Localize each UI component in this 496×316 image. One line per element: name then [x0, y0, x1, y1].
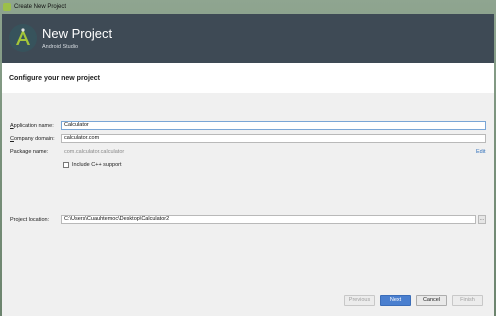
header-subtitle: Android Studio — [42, 44, 79, 50]
android-studio-app-icon — [3, 3, 11, 11]
header-title: New Project — [42, 26, 113, 41]
package-name-label: Package name: — [10, 149, 49, 155]
project-location-label: Project location: — [10, 217, 50, 223]
finish-button[interactable]: Finish — [452, 295, 483, 306]
section-title: Configure your new project — [9, 75, 101, 82]
project-location-input[interactable]: C:\Users\Cuauhtemoc\Desktop\Calculator2 — [61, 215, 476, 224]
next-button[interactable]: Next — [380, 295, 411, 306]
company-domain-label: Company domain: — [10, 136, 55, 142]
company-domain-input[interactable]: calculator.com — [61, 134, 486, 143]
browse-location-button[interactable]: ... — [478, 215, 486, 224]
project-form: Application name: Calculator Company dom… — [2, 93, 494, 316]
wizard-header: New Project Android Studio — [2, 14, 494, 63]
title-bar: Create New Project — [0, 0, 496, 14]
previous-button[interactable]: Previous — [344, 295, 375, 306]
include-cpp-option[interactable]: Include C++ support — [63, 162, 122, 168]
edit-package-link[interactable]: Edit — [476, 149, 485, 155]
cancel-button[interactable]: Cancel — [416, 295, 447, 306]
section-band: Configure your new project — [2, 63, 494, 93]
package-name-value: com.calculator.calculator — [64, 149, 125, 155]
app-name-label: Application name: — [10, 123, 54, 129]
window-title: Create New Project — [14, 4, 67, 10]
create-project-window: Create New Project New Project Android S… — [0, 0, 496, 316]
android-studio-logo-icon — [9, 24, 37, 52]
include-cpp-checkbox[interactable] — [63, 162, 69, 168]
include-cpp-label: Include C++ support — [72, 162, 122, 168]
app-name-input[interactable]: Calculator — [61, 121, 486, 130]
